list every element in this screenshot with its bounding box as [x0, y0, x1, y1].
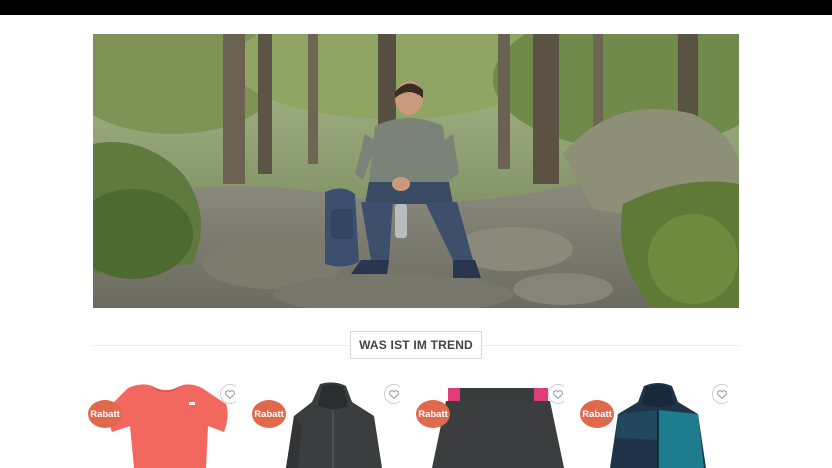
wishlist-button[interactable]	[548, 384, 564, 404]
discount-badge: Rabatt	[416, 400, 450, 428]
product-card[interactable]: Rabatt	[86, 380, 236, 468]
wishlist-button[interactable]	[384, 384, 400, 404]
wishlist-button[interactable]	[220, 384, 236, 404]
trend-section-header: WAS IST IM TREND	[93, 331, 739, 359]
heart-icon	[225, 389, 235, 399]
divider-right	[482, 345, 739, 346]
product-card[interactable]: Rabatt	[414, 380, 564, 468]
trend-section-title: WAS IST IM TREND	[350, 331, 482, 359]
discount-badge: Rabatt	[252, 400, 286, 428]
top-bar	[0, 0, 832, 15]
heart-icon	[553, 389, 563, 399]
wishlist-button[interactable]	[712, 384, 728, 404]
heart-icon	[389, 389, 399, 399]
heart-icon	[717, 389, 727, 399]
divider-left	[93, 345, 350, 346]
hero-forest-photo	[93, 34, 739, 308]
discount-badge: Rabatt	[88, 400, 122, 428]
product-card[interactable]: Rabatt	[250, 380, 400, 468]
hero-banner-image[interactable]	[93, 34, 739, 308]
discount-badge: Rabatt	[580, 400, 614, 428]
product-card[interactable]: Rabatt	[578, 380, 728, 468]
